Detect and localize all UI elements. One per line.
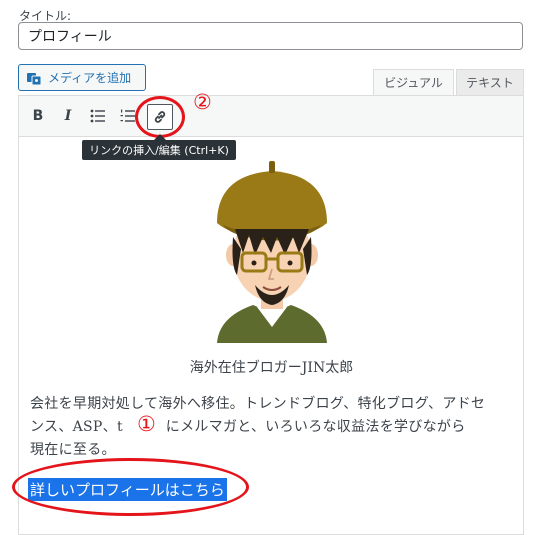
media-add-icon — [26, 70, 42, 86]
paragraph-line-1: 会社を早期対処して海外へ移住。トレンドブログ、特化ブログ、アドセ — [30, 396, 486, 412]
avatar-caption: 海外在住ブロガーJIN太郎 — [189, 360, 354, 376]
paragraph-line-2: ンス、ASP、t にメルマガと、いろいろな収益法を学びながら — [30, 419, 466, 435]
annotation-circle-2 — [135, 96, 185, 138]
bullet-list-icon — [90, 109, 105, 123]
annotation-ellipse-1 — [12, 458, 249, 516]
add-media-label: メディアを追加 — [48, 71, 132, 85]
add-media-button[interactable]: メディアを追加 — [18, 64, 146, 91]
editor-toolbar: B I — [19, 96, 523, 137]
bullet-list-button[interactable] — [87, 105, 109, 127]
annotation-marker-1: ① — [137, 412, 156, 436]
tab-text[interactable]: テキスト — [456, 69, 524, 96]
annotation-marker-2: ② — [193, 90, 212, 114]
tab-visual[interactable]: ビジュアル — [373, 69, 454, 96]
title-input[interactable] — [18, 22, 523, 50]
profile-avatar-image — [213, 157, 331, 347]
bold-button[interactable]: B — [27, 105, 49, 127]
numbered-list-icon — [120, 109, 135, 122]
profile-paragraph: 会社を早期対処して海外へ移住。トレンドブログ、特化ブログ、アドセ ンス、ASP、… — [30, 393, 516, 462]
italic-button[interactable]: I — [57, 105, 79, 127]
